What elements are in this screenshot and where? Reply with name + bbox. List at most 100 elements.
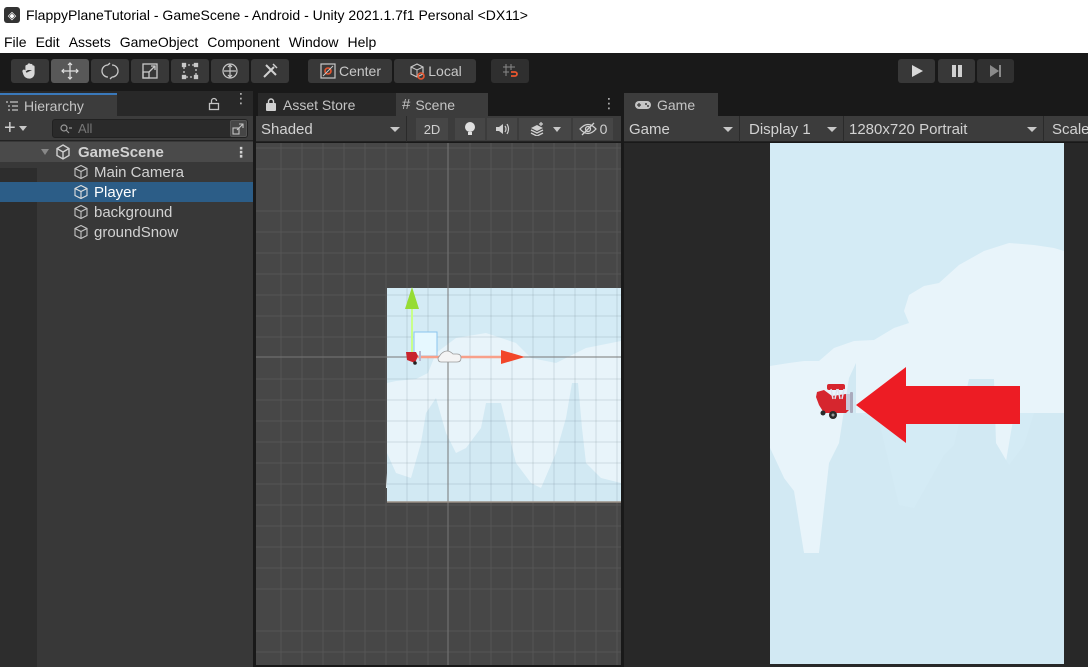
- transform-tool-button[interactable]: [211, 59, 249, 83]
- grid-hash-icon: #: [402, 96, 411, 113]
- scene-panel: Asset Store # Scene ⋮ Shaded 2D 0: [256, 91, 621, 667]
- scene-canvas: [256, 143, 621, 665]
- expand-arrow-icon[interactable]: [41, 149, 49, 155]
- menu-file[interactable]: File: [0, 34, 32, 50]
- menu-gameobject[interactable]: GameObject: [116, 34, 204, 50]
- grid-snapping-button[interactable]: [491, 59, 529, 83]
- gameobject-cube-icon: [74, 184, 88, 200]
- hierarchy-item-player[interactable]: Player: [0, 182, 253, 202]
- pivot-mode-button[interactable]: Center: [308, 59, 392, 83]
- lightbulb-icon: [465, 122, 475, 135]
- rotate-icon: [101, 62, 119, 80]
- dropdown-arrow-icon: [827, 127, 837, 132]
- scale-slider[interactable]: Scale: [1044, 116, 1088, 142]
- scene-background-sprite: [386, 288, 621, 502]
- plus-icon: +: [4, 117, 16, 139]
- step-button[interactable]: [977, 59, 1014, 83]
- tab-label: Asset Store: [283, 96, 356, 113]
- transform-icon: [222, 63, 238, 79]
- effects-toggle[interactable]: [519, 118, 571, 140]
- eye-hidden-icon: [578, 122, 597, 136]
- move-tool-button[interactable]: [51, 59, 89, 83]
- hand-tool-button[interactable]: [11, 59, 49, 83]
- move-icon: [61, 62, 79, 80]
- unity-scene-icon: [56, 144, 70, 160]
- gamepad-icon: [635, 100, 651, 109]
- dropdown-arrow-icon[interactable]: [553, 126, 561, 132]
- pivot-rotation-label: Local: [428, 63, 462, 79]
- step-icon: [989, 65, 1001, 77]
- game-viewport[interactable]: [624, 143, 1088, 667]
- menu-component[interactable]: Component: [203, 34, 284, 50]
- hierarchy-gutter: [0, 168, 37, 667]
- pivot-local-icon: [410, 63, 426, 80]
- menu-assets[interactable]: Assets: [65, 34, 116, 50]
- hierarchy-search-input[interactable]: All: [52, 119, 248, 138]
- toggle-2d-label: 2D: [423, 121, 441, 137]
- scale-icon: [142, 63, 158, 79]
- lighting-toggle[interactable]: [455, 118, 485, 140]
- rect-transform-icon: [181, 62, 199, 80]
- gameobject-cube-icon: [74, 204, 88, 220]
- tab-asset-store[interactable]: Asset Store: [258, 93, 396, 116]
- menu-window[interactable]: Window: [285, 34, 344, 50]
- tab-game[interactable]: Game: [624, 93, 718, 116]
- game-view-mode-dropdown[interactable]: Game: [624, 116, 740, 142]
- tab-scene[interactable]: # Scene: [396, 93, 488, 116]
- rect-tool-button[interactable]: [171, 59, 209, 83]
- pause-button[interactable]: [938, 59, 975, 83]
- search-icon: [60, 123, 72, 133]
- menu-help[interactable]: Help: [343, 34, 381, 50]
- pause-icon: [951, 65, 962, 77]
- custom-tool-button[interactable]: [251, 59, 289, 83]
- hidden-objects-toggle[interactable]: 0: [573, 118, 613, 140]
- pivot-center-icon: [320, 63, 336, 79]
- grid-snap-icon: [503, 64, 518, 77]
- hand-icon: [22, 63, 35, 79]
- resolution-dropdown[interactable]: 1280x720 Portrait: [844, 116, 1044, 142]
- game-toolbar: Game Display 1 1280x720 Portrait Scale: [624, 116, 1088, 142]
- create-button[interactable]: +: [4, 118, 27, 138]
- expand-icon: [232, 123, 244, 135]
- more-options-icon[interactable]: ⋮: [234, 91, 248, 105]
- hierarchy-item-label: Main Camera: [94, 163, 185, 181]
- tab-label: Scene: [415, 96, 456, 113]
- menu-edit[interactable]: Edit: [32, 34, 65, 50]
- move-gizmo-plane-handle: [413, 331, 438, 357]
- play-button[interactable]: [898, 59, 935, 83]
- hierarchy-item-main-camera[interactable]: Main Camera: [0, 162, 253, 182]
- scene-viewport[interactable]: [256, 143, 621, 665]
- hierarchy-item-groundsnow[interactable]: groundSnow: [0, 222, 253, 242]
- tab-hierarchy[interactable]: Hierarchy: [0, 93, 117, 116]
- pivot-mode-label: Center: [338, 63, 382, 79]
- dropdown-arrow-icon: [390, 127, 400, 132]
- window-title-bar: ◈ FlappyPlaneTutorial - GameScene - Andr…: [0, 0, 1088, 30]
- toggle-2d-button[interactable]: 2D: [416, 118, 448, 140]
- scene-more-icon[interactable]: ⋮: [602, 95, 616, 112]
- window-title: FlappyPlaneTutorial - GameScene - Androi…: [26, 7, 528, 23]
- hierarchy-body: + All GameScene ⋮ Main Camera Player bac…: [0, 116, 253, 667]
- tools-icon: [263, 63, 278, 78]
- lock-icon[interactable]: [208, 97, 220, 111]
- display-dropdown[interactable]: Display 1: [740, 116, 844, 142]
- hierarchy-item-background[interactable]: background: [0, 202, 253, 222]
- scale-tool-button[interactable]: [131, 59, 169, 83]
- shading-mode-dropdown[interactable]: Shaded: [256, 116, 407, 142]
- speaker-icon: [496, 123, 510, 135]
- hierarchy-item-label: background: [94, 203, 173, 221]
- resolution-value: 1280x720 Portrait: [849, 120, 968, 138]
- scene-name: GameScene: [78, 143, 164, 161]
- tab-label: Game: [657, 96, 696, 113]
- hierarchy-item-label: Player: [94, 183, 137, 201]
- audio-toggle[interactable]: [487, 118, 517, 140]
- main-toolbar: Center Local: [0, 53, 1088, 91]
- pivot-rotation-button[interactable]: Local: [394, 59, 476, 83]
- scene-toolbar: Shaded 2D 0: [256, 116, 621, 142]
- hierarchy-list-icon: [6, 100, 18, 111]
- rotate-tool-button[interactable]: [91, 59, 129, 83]
- scene-visibility-button[interactable]: [230, 120, 247, 137]
- scene-more-icon[interactable]: ⋮: [234, 144, 248, 161]
- game-panel: Game Game Display 1 1280x720 Portrait Sc…: [624, 91, 1088, 667]
- hierarchy-scene-row[interactable]: GameScene ⋮: [0, 142, 253, 162]
- unity-logo-icon: ◈: [4, 7, 20, 23]
